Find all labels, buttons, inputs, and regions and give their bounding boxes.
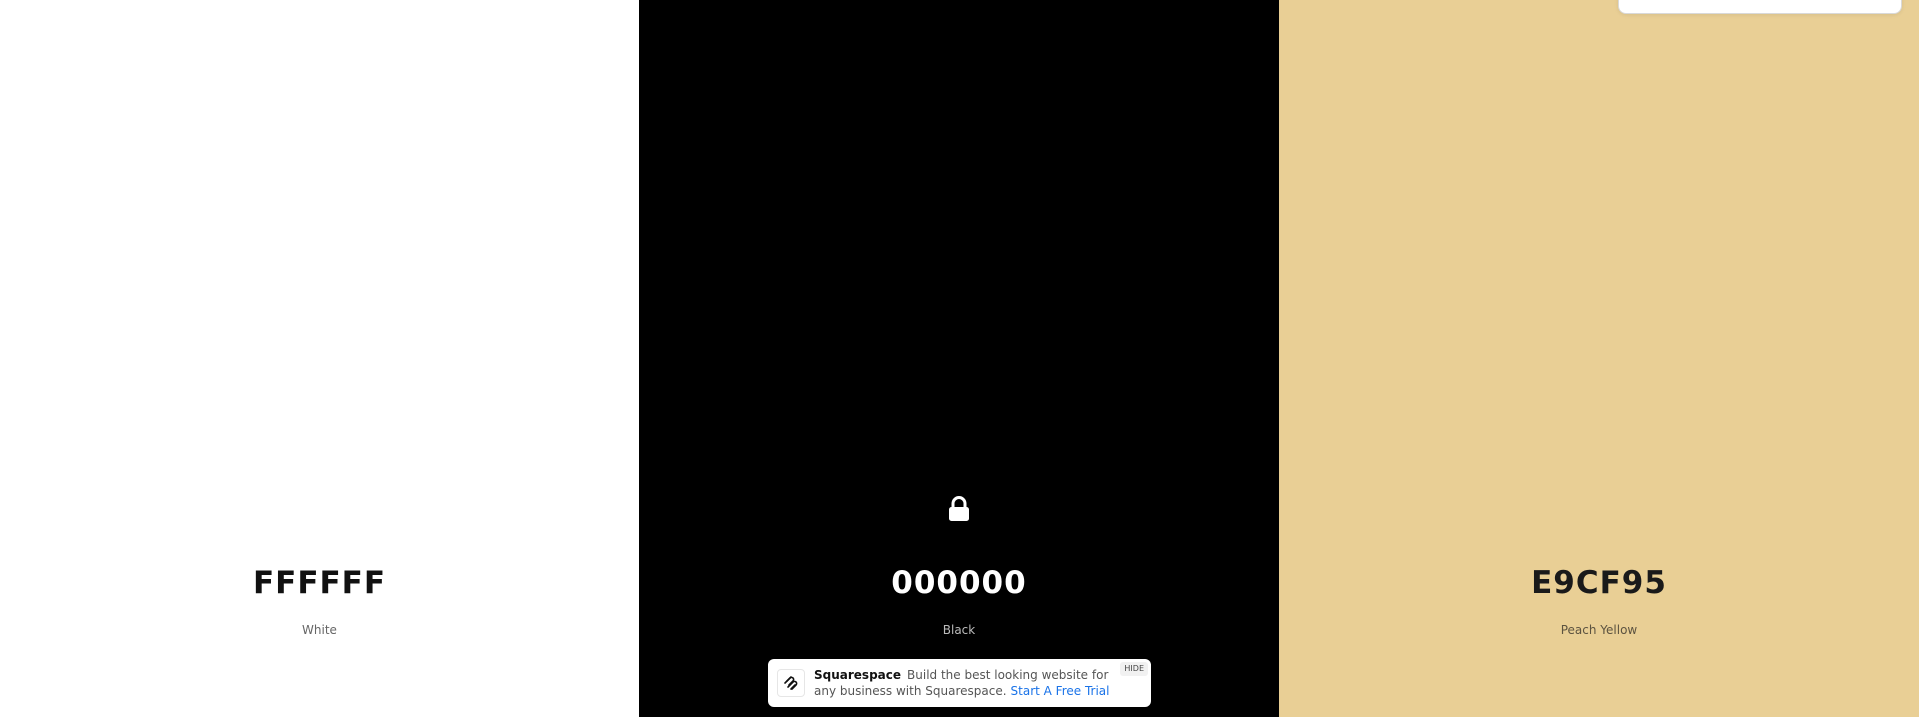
color-name: White	[302, 623, 337, 637]
color-hex-code[interactable]: E9CF95	[1279, 563, 1919, 603]
ad-brand[interactable]: Squarespace	[814, 668, 901, 682]
color-name: Peach Yellow	[1560, 623, 1638, 637]
color-name: Black	[942, 623, 976, 637]
ad-text: Squarespace Build the best looking websit…	[814, 667, 1114, 699]
color-swatch-peach-yellow[interactable]: E9CF95 Peach Yellow	[1279, 0, 1919, 717]
color-hex-code[interactable]: FFFFFF	[0, 563, 639, 603]
squarespace-logo-icon[interactable]	[777, 669, 805, 697]
hide-ad-button[interactable]: HIDE	[1120, 662, 1148, 676]
top-popover	[1618, 0, 1902, 14]
color-hex-code[interactable]: 000000	[639, 563, 1279, 603]
start-free-trial-link[interactable]: Start A Free Trial	[1011, 684, 1110, 698]
lock-icon[interactable]	[947, 496, 971, 522]
color-swatch-white[interactable]: FFFFFF White	[0, 0, 639, 717]
palette: FFFFFF White 000000 Black E9CF95 Peach Y…	[0, 0, 1919, 717]
color-swatch-black[interactable]: 000000 Black	[639, 0, 1279, 717]
squarespace-ad-banner[interactable]: Squarespace Build the best looking websit…	[768, 659, 1151, 707]
